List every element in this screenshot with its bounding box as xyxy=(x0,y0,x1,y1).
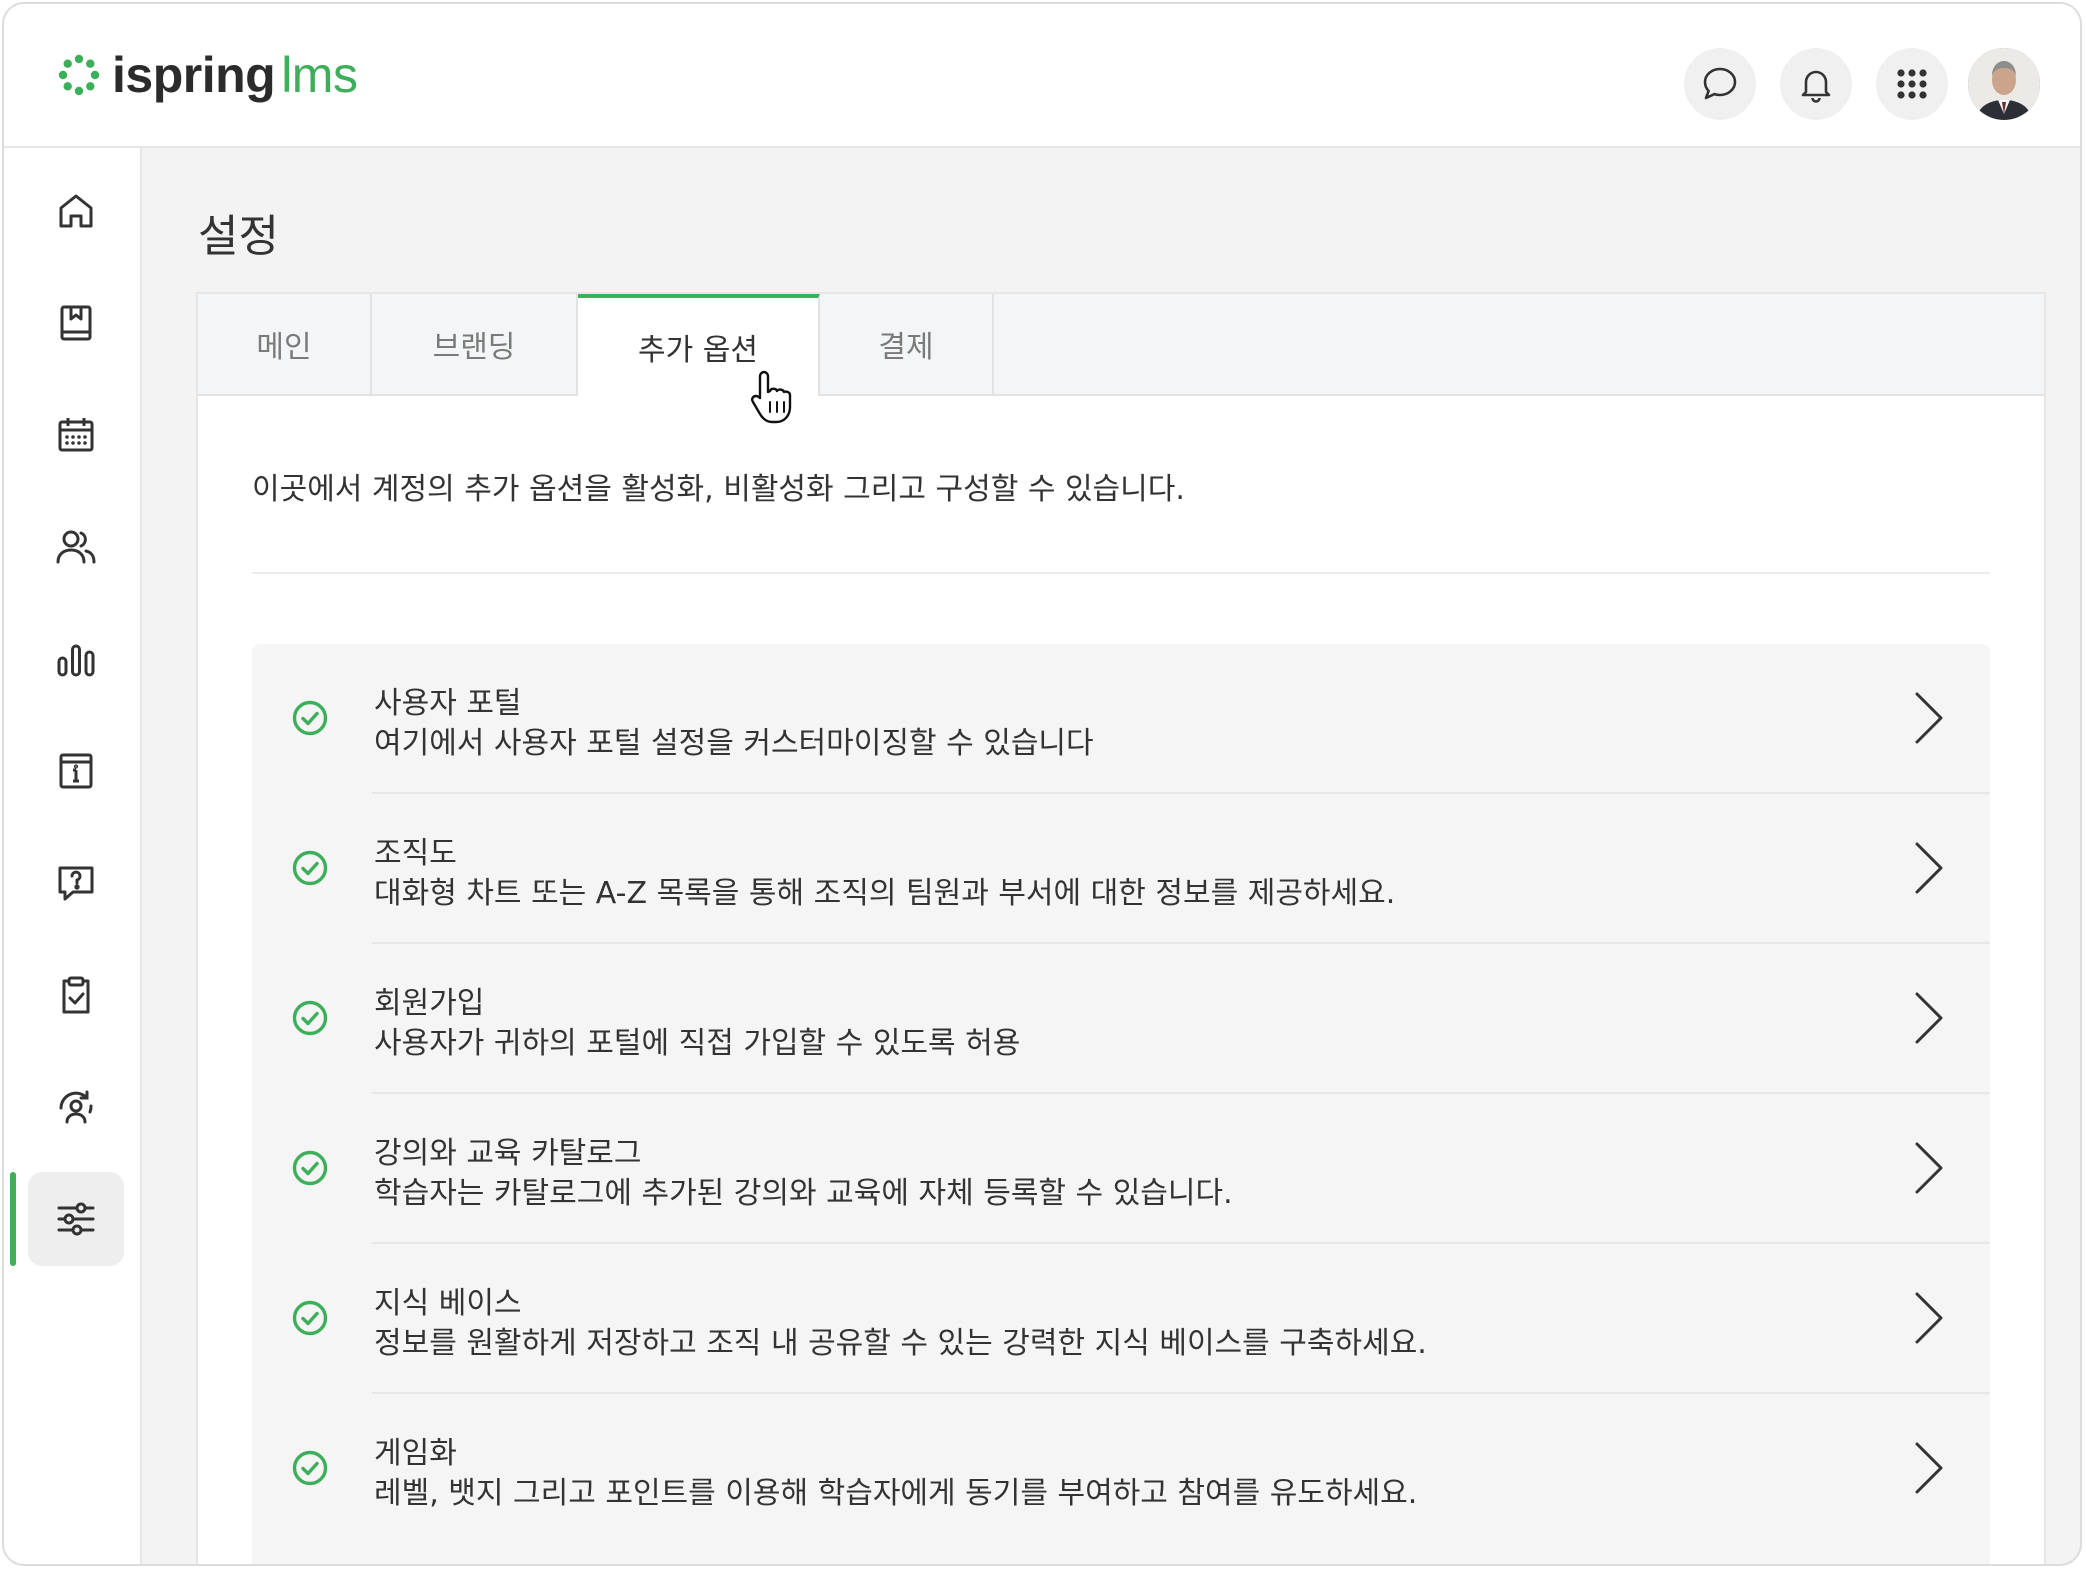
tab-branding[interactable]: 브랜딩 xyxy=(372,294,578,394)
sidebar-item-assignments[interactable] xyxy=(28,948,124,1042)
chevron-right-icon xyxy=(1915,1142,1943,1194)
avatar-portrait-icon xyxy=(1968,48,2040,120)
reports-icon xyxy=(57,644,95,677)
top-header: ispring lms xyxy=(4,4,2080,148)
option-subtitle: 레벨, 뱃지 그리고 포인트를 이용해 학습자에게 동기를 부여하고 참여를 유… xyxy=(374,1476,1418,1511)
sidebar-item-info[interactable] xyxy=(28,724,124,818)
option-subtitle: 여기에서 사용자 포털 설정을 커스터마이징할 수 있습니다 xyxy=(374,726,1094,761)
check-circle-icon xyxy=(292,1450,328,1486)
page-title: 설정 xyxy=(198,211,279,262)
users-icon xyxy=(56,530,96,564)
check-circle-icon xyxy=(292,1000,328,1036)
option-subtitle: 정보를 원활하게 저장하고 조직 내 공유할 수 있는 강력한 지식 베이스를 … xyxy=(374,1326,1427,1361)
check-circle-icon xyxy=(292,850,328,886)
home-icon xyxy=(59,194,93,228)
option-subtitle: 대화형 차트 또는 A-Z 목록을 통해 조직의 팀원과 부서에 대한 정보를 … xyxy=(374,876,1396,911)
option-title: 조직도 xyxy=(374,836,457,871)
option-title: 사용자 포털 xyxy=(374,686,522,721)
calendar-icon xyxy=(58,418,94,452)
chat-button[interactable] xyxy=(1684,48,1756,120)
user-cycle-icon xyxy=(59,1090,93,1124)
info-icon xyxy=(59,753,93,789)
check-circle-icon xyxy=(292,1300,328,1336)
tab-billing[interactable]: 결제 xyxy=(820,294,994,394)
options-list: 사용자 포털 여기에서 사용자 포털 설정을 커스터마이징할 수 있습니다 조직… xyxy=(252,644,1990,1564)
check-circle-icon xyxy=(292,1150,328,1186)
chat-icon xyxy=(1703,67,1737,100)
option-row-org-chart[interactable]: 조직도 대화형 차트 또는 A-Z 목록을 통해 조직의 팀원과 부서에 대한 … xyxy=(252,794,1990,944)
sidebar-item-courses[interactable] xyxy=(28,276,124,370)
chevron-right-icon xyxy=(1915,1442,1943,1494)
logo-word-ispring: ispring xyxy=(112,47,276,103)
sidebar-active-indicator xyxy=(10,1172,16,1266)
chevron-right-icon xyxy=(1915,1292,1943,1344)
apps-grid-icon xyxy=(1897,69,1927,99)
tab-main[interactable]: 메인 xyxy=(198,294,372,394)
sidebar-item-settings[interactable] xyxy=(28,1172,124,1266)
sidebar-item-performance[interactable] xyxy=(28,1060,124,1154)
settings-sliders-icon xyxy=(57,1202,95,1236)
chevron-right-icon xyxy=(1915,842,1943,894)
chevron-right-icon xyxy=(1915,992,1943,1044)
tab-bar: 메인 브랜딩 추가 옵션 결제 xyxy=(198,294,2044,396)
tab-description: 이곳에서 계정의 추가 옵션을 활성화, 비활성화 그리고 구성할 수 있습니다… xyxy=(252,472,1185,507)
question-icon xyxy=(58,866,94,901)
user-avatar[interactable] xyxy=(1968,48,2040,120)
logo-wordmark: ispring lms xyxy=(112,47,358,103)
divider xyxy=(252,572,1990,574)
settings-card: 메인 브랜딩 추가 옵션 결제 이곳에서 계정의 추가 옵션을 활성화, 비활성… xyxy=(196,292,2046,1564)
option-title: 회원가입 xyxy=(374,986,485,1021)
option-subtitle: 학습자는 카탈로그에 추가된 강의와 교육에 자체 등록할 수 있습니다. xyxy=(374,1176,1233,1211)
option-row-registration[interactable]: 회원가입 사용자가 귀하의 포털에 직접 가입할 수 있도록 허용 xyxy=(252,944,1990,1094)
option-title: 게임화 xyxy=(374,1436,457,1471)
bell-icon xyxy=(1801,70,1831,103)
sidebar-item-home[interactable] xyxy=(28,164,124,258)
logo-mark-icon xyxy=(58,54,100,96)
sidebar-item-reports[interactable] xyxy=(28,612,124,706)
ispring-logo[interactable]: ispring lms xyxy=(56,47,358,103)
logo-word-lms: lms xyxy=(281,47,358,103)
option-subtitle: 사용자가 귀하의 포털에 직접 가입할 수 있도록 허용 xyxy=(374,1026,1021,1061)
sidebar-item-questions[interactable] xyxy=(28,836,124,930)
notifications-button[interactable] xyxy=(1780,48,1852,120)
sidebar-item-users[interactable] xyxy=(28,500,124,594)
sidebar-item-calendar[interactable] xyxy=(28,388,124,482)
option-row-catalog[interactable]: 강의와 교육 카탈로그 학습자는 카탈로그에 추가된 강의와 교육에 자체 등록… xyxy=(252,1094,1990,1244)
option-row-user-portal[interactable]: 사용자 포털 여기에서 사용자 포털 설정을 커스터마이징할 수 있습니다 xyxy=(252,644,1990,794)
book-icon xyxy=(60,305,92,341)
option-title: 지식 베이스 xyxy=(374,1286,522,1321)
sidebar-nav xyxy=(4,148,142,1564)
option-title: 강의와 교육 카탈로그 xyxy=(374,1136,642,1171)
apps-button[interactable] xyxy=(1876,48,1948,120)
option-row-gamification[interactable]: 게임화 레벨, 뱃지 그리고 포인트를 이용해 학습자에게 동기를 부여하고 참… xyxy=(252,1394,1990,1544)
clipboard-check-icon xyxy=(62,976,90,1014)
option-row-knowledge-base[interactable]: 지식 베이스 정보를 원활하게 저장하고 조직 내 공유할 수 있는 강력한 지… xyxy=(252,1244,1990,1394)
app-window: ispring lms 설정 메인 브랜딩 추가 옵션 결제 이곳에서 계정의 … xyxy=(2,2,2082,1566)
chevron-right-icon xyxy=(1915,692,1943,744)
check-circle-icon xyxy=(292,700,328,736)
hand-cursor-icon xyxy=(751,370,792,424)
